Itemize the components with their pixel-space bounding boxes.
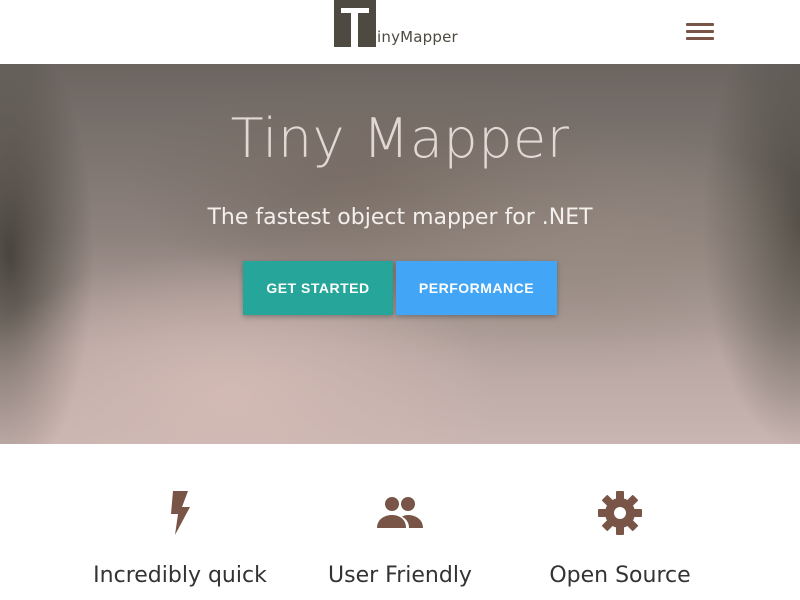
performance-button[interactable]: PERFORMANCE — [396, 261, 557, 315]
hero-banner: Tiny Mapper The fastest object mapper fo… — [0, 64, 800, 444]
gear-icon — [595, 488, 645, 538]
hero-subtitle: The fastest object mapper for .NET — [207, 205, 593, 230]
navbar: inyMapper — [0, 0, 800, 64]
feature-user-friendly: User Friendly — [290, 444, 510, 600]
feature-label: Open Source — [549, 563, 691, 588]
logo-text: inyMapper — [377, 28, 458, 46]
bolt-icon — [155, 488, 205, 538]
get-started-button[interactable]: GET STARTED — [243, 261, 393, 315]
hero-title: Tiny Mapper — [230, 107, 570, 170]
feature-incredibly-quick: Incredibly quick — [70, 444, 290, 600]
hamburger-menu-icon[interactable] — [684, 20, 716, 44]
site-logo[interactable]: inyMapper — [334, 0, 474, 48]
feature-label: User Friendly — [328, 563, 472, 588]
people-icon — [375, 488, 425, 538]
feature-label: Incredibly quick — [93, 563, 267, 588]
features-section: Incredibly quick User Friendly Open Sour… — [0, 444, 800, 600]
logo-t-icon — [334, 0, 376, 47]
feature-open-source: Open Source — [510, 444, 730, 600]
